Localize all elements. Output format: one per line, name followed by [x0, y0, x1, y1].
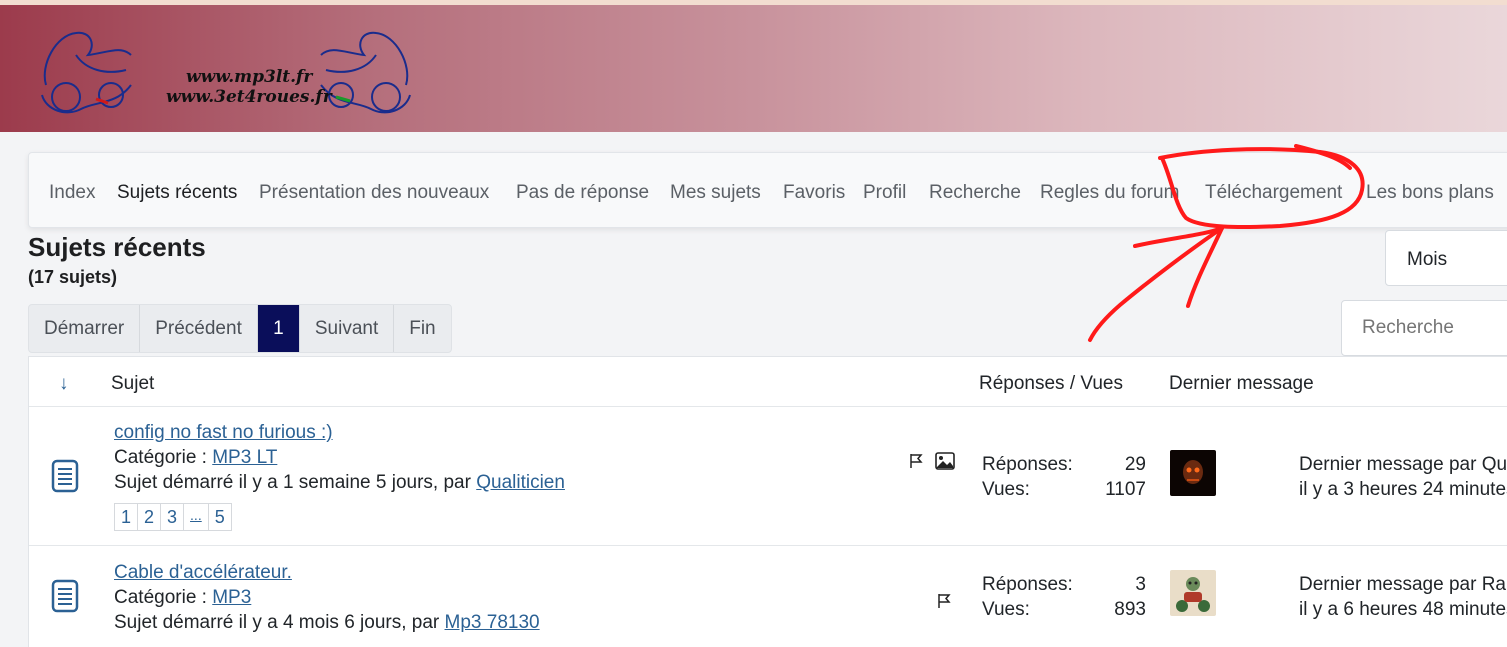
topic-page-link[interactable]: 3 [160, 503, 185, 531]
topic-document-icon [51, 579, 79, 613]
pagination: Démarrer Précédent 1 Suivant Fin [28, 304, 452, 353]
main-navbar: Index Sujets récents Présentation des no… [28, 152, 1507, 228]
topic-title-link[interactable]: Cable d'accélérateur. [114, 562, 292, 584]
category-label: Catégorie : [114, 447, 213, 468]
logo-text-line2: www.3et4roues.fr [166, 87, 332, 107]
last-message-link[interactable]: Dernier message [1299, 574, 1444, 595]
topic-started: Sujet démarré il y a 1 semaine 5 jours, … [114, 472, 565, 494]
column-header-stats[interactable]: Réponses / Vues [979, 373, 1123, 395]
nav-item-unanswered[interactable]: Pas de réponse [516, 182, 649, 204]
topic-document-icon [51, 459, 79, 493]
category-link[interactable]: MP3 [212, 587, 251, 608]
site-logo[interactable]: www.mp3lt.fr www.3et4roues.fr [36, 25, 416, 121]
last-author-link[interactable]: Ra [1482, 574, 1506, 595]
category-link[interactable]: MP3 LT [212, 447, 277, 468]
pagination-last[interactable]: Fin [394, 305, 450, 352]
nav-item-recent-topics[interactable]: Sujets récents [117, 182, 237, 204]
last-message-info: Dernier message par Qualiticien [1299, 454, 1507, 476]
avatar-skull-icon [1183, 460, 1203, 484]
logo-text-line1: www.mp3lt.fr [186, 67, 313, 87]
row-divider [29, 545, 1507, 546]
period-select[interactable]: Mois [1385, 230, 1507, 286]
nav-item-my-topics[interactable]: Mes sujets [670, 182, 761, 204]
category-label: Catégorie : [114, 587, 213, 608]
page: www.mp3lt.fr www.3et4roues.fr Index Suje… [0, 0, 1507, 647]
avatar-rider-icon [1176, 577, 1210, 612]
views-label: Vues: [982, 479, 1030, 500]
flag-icon[interactable] [937, 593, 951, 609]
nav-item-profile[interactable]: Profil [863, 182, 906, 204]
avatar[interactable] [1170, 450, 1216, 496]
nav-item-favorites[interactable]: Favoris [783, 182, 845, 204]
replies-label: Réponses: [982, 454, 1073, 475]
author-link[interactable]: Mp3 78130 [445, 612, 540, 633]
topic-started: Sujet démarré il y a 4 mois 6 jours, par… [114, 612, 540, 634]
last-message-by: par [1443, 574, 1482, 595]
pagination-current[interactable]: 1 [257, 305, 300, 352]
topic-page-link[interactable]: 5 [207, 503, 232, 531]
author-link[interactable]: Qualiticien [476, 472, 565, 493]
topic-count: (17 sujets) [28, 267, 118, 287]
header-divider [29, 406, 1507, 407]
flag-icon[interactable] [909, 453, 923, 469]
nav-item-index[interactable]: Index [49, 182, 95, 204]
started-text: Sujet démarré il y a 4 mois 6 jours, par [114, 612, 445, 633]
topic-title-link[interactable]: config no fast no furious :) [114, 422, 333, 444]
pagination-first[interactable]: Démarrer [29, 305, 141, 352]
site-banner: www.mp3lt.fr www.3et4roues.fr [0, 0, 1507, 132]
last-message-time: il y a 3 heures 24 minutes [1299, 479, 1507, 500]
replies-label: Réponses: [982, 574, 1073, 595]
last-message-time: il y a 6 heures 48 minutes [1299, 599, 1507, 620]
search-input[interactable] [1341, 300, 1507, 356]
topic-pages: 1 2 3 ... 5 [114, 503, 232, 531]
views-count: 1107 [1105, 479, 1146, 500]
period-select-value: Mois [1407, 249, 1448, 270]
last-message-info: Dernier message par Ra [1299, 574, 1506, 596]
pagination-prev[interactable]: Précédent [140, 305, 258, 352]
replies-count: 29 [1124, 454, 1146, 475]
sort-arrow-icon[interactable]: ↓ [59, 373, 69, 395]
topic-page-link[interactable]: 1 [114, 503, 139, 531]
started-text: Sujet démarré il y a 1 semaine 5 jours, … [114, 472, 477, 493]
topic-category: Catégorie : MP3 [114, 587, 251, 609]
views-label: Vues: [982, 599, 1030, 620]
topic-category: Catégorie : MP3 LT [114, 447, 277, 469]
column-header-subject[interactable]: Sujet [111, 373, 154, 395]
last-message-link[interactable]: Dernier message [1299, 454, 1444, 475]
pagination-next[interactable]: Suivant [300, 305, 395, 352]
nav-item-download[interactable]: Téléchargement [1205, 182, 1342, 204]
topic-page-ellipsis: ... [183, 503, 209, 531]
page-title: Sujets récents [28, 232, 206, 262]
topics-table: ↓ Sujet Réponses / Vues Dernier message … [28, 356, 1507, 647]
views-count: 893 [1114, 599, 1146, 620]
column-header-last-message[interactable]: Dernier message [1169, 373, 1314, 395]
last-message-by: par [1443, 454, 1482, 475]
image-attachment-icon [935, 452, 955, 470]
nav-item-forum-rules[interactable]: Regles du forum [1040, 182, 1179, 204]
nav-item-deals[interactable]: Les bons plans [1366, 182, 1494, 204]
nav-item-search[interactable]: Recherche [929, 182, 1021, 204]
topic-page-link[interactable]: 2 [137, 503, 162, 531]
avatar[interactable] [1170, 570, 1216, 616]
replies-count: 3 [1135, 574, 1146, 595]
nav-item-introductions[interactable]: Présentation des nouveaux [259, 182, 489, 204]
last-author-link[interactable]: Qualiticien [1482, 454, 1507, 475]
